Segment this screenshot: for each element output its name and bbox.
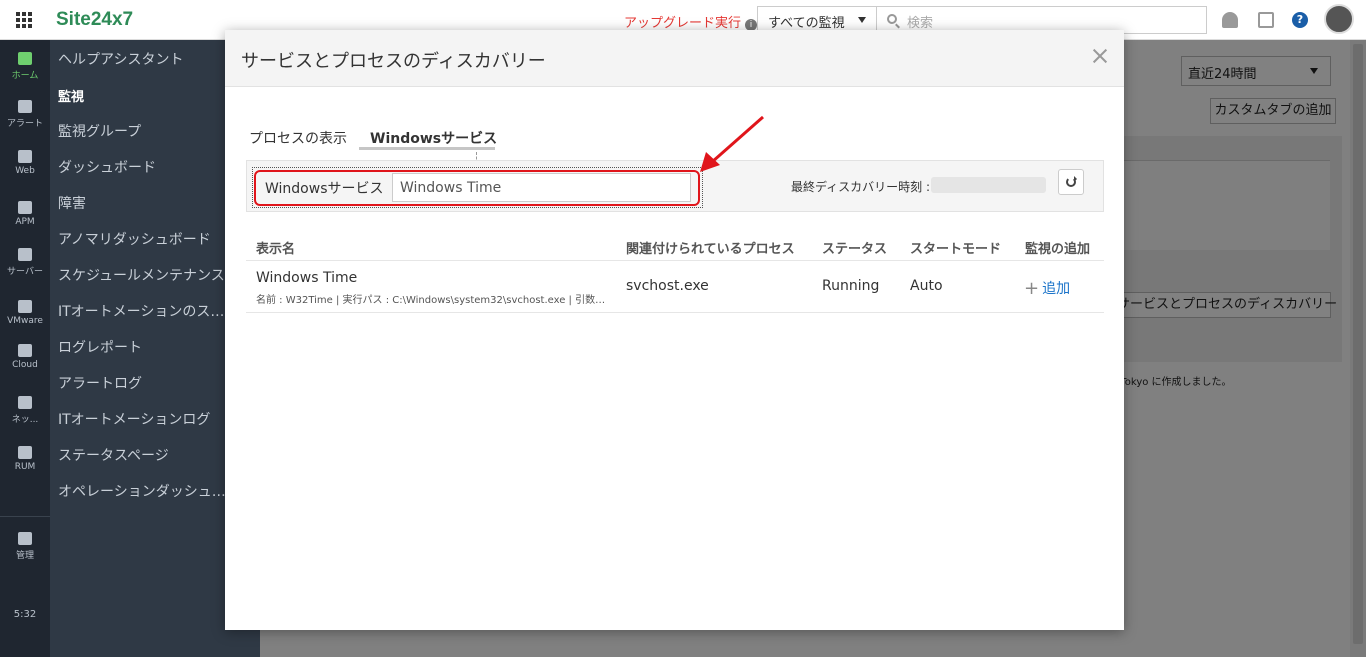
- arrow-head: [700, 152, 720, 172]
- arrow-shaft: [711, 115, 764, 164]
- annotation-arrow: [700, 115, 764, 172]
